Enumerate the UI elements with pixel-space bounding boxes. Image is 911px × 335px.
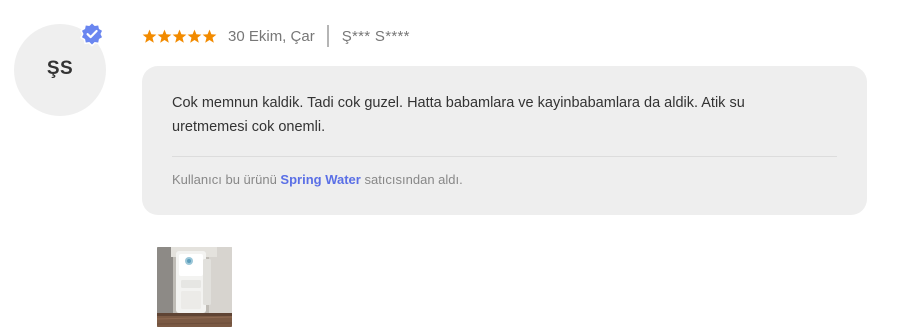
star-icon xyxy=(142,29,157,43)
seller-note-suffix: satıcısından aldı. xyxy=(364,172,463,187)
review-date: 30 Ekim, Çar xyxy=(228,27,315,45)
card-divider xyxy=(172,156,837,157)
reviewer-name: Ş*** S**** xyxy=(341,27,410,45)
review-photo-thumbnail[interactable] xyxy=(157,247,232,327)
star-icon xyxy=(202,29,217,43)
avatar-initials: ŞS xyxy=(46,58,74,79)
seller-note-prefix: Kullanıcı bu ürünü xyxy=(172,172,277,187)
star-icon xyxy=(157,29,172,43)
star-icon xyxy=(187,29,202,43)
review-card: Cok memnun kaldik. Tadi cok guzel. Hatta… xyxy=(142,66,867,215)
star-rating xyxy=(142,29,217,44)
verified-check-badge-icon xyxy=(79,21,105,47)
star-icon xyxy=(172,29,187,43)
seller-note: Kullanıcı bu ürünü Spring Water satıcısı… xyxy=(172,172,463,187)
meta-divider xyxy=(326,25,329,47)
seller-link[interactable]: Spring Water xyxy=(280,172,360,187)
review-item: ŞS 30 Ekim, Çar Ş*** S**** Cok memnun ka… xyxy=(0,0,911,335)
review-meta: 30 Ekim, Çar Ş*** S**** xyxy=(142,24,410,48)
review-text: Cok memnun kaldik. Tadi cok guzel. Hatta… xyxy=(172,95,745,135)
